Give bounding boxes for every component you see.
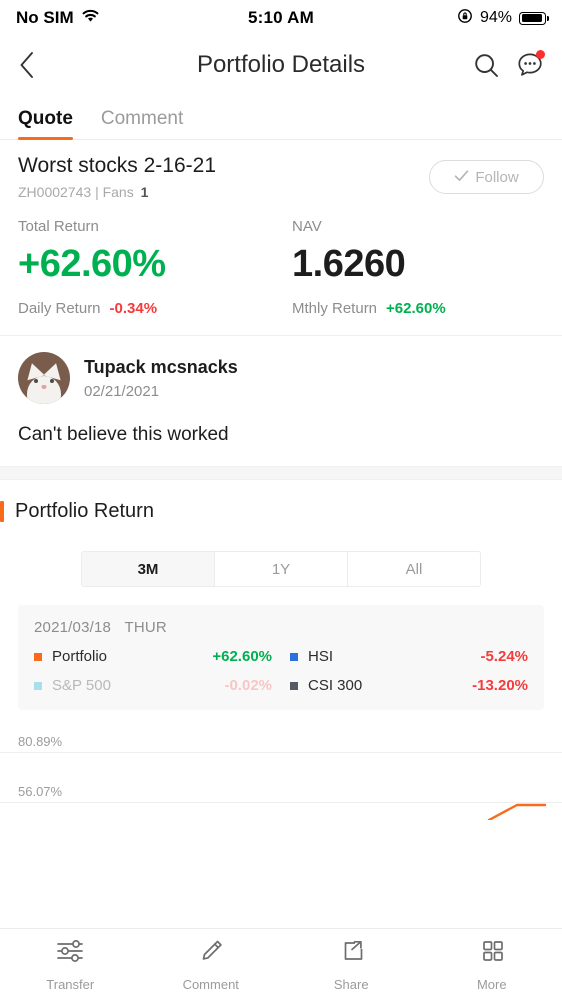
sliders-icon — [54, 937, 86, 970]
legend-item-csi300[interactable]: CSI 300 -13.20% — [290, 677, 528, 694]
status-bar-left: No SIM — [16, 8, 248, 28]
carrier-label: No SIM — [16, 8, 74, 27]
legend-item-hsi[interactable]: HSI -5.24% — [290, 648, 528, 665]
range-selector: 3M 1Y All — [81, 551, 481, 587]
legend-grid: Portfolio +62.60% HSI -5.24% S&P 500 -0.… — [34, 648, 528, 694]
follow-label: Follow — [475, 168, 519, 186]
range-option-3m[interactable]: 3M — [82, 552, 215, 586]
nav-value: 1.6260 — [292, 243, 406, 285]
comment-author-text: Tupack mcsnacks 02/21/2021 — [84, 357, 238, 400]
legend-swatch-hsi — [290, 652, 298, 661]
status-bar: No SIM 5:10 AM 94% — [0, 0, 562, 36]
follow-button[interactable]: Follow — [429, 160, 544, 194]
legend-swatch-portfolio — [34, 652, 42, 661]
stats-section: Total Return +62.60% NAV 1.6260 Daily Re… — [0, 212, 562, 336]
share-box-icon — [335, 937, 367, 970]
legend-value-sp500: -0.02% — [224, 677, 272, 694]
portfolio-name: Worst stocks 2-16-21 — [18, 154, 217, 177]
avatar-head — [27, 375, 61, 404]
chart-legend-panel: 2021/03/18 THUR Portfolio +62.60% HSI -5… — [18, 605, 544, 710]
clock: 5:10 AM — [248, 8, 314, 27]
fans-label: Fans — [102, 184, 134, 200]
daily-return-label: Daily Return — [18, 300, 101, 317]
battery-icon — [519, 11, 549, 25]
bottom-item-comment[interactable]: Comment — [141, 937, 282, 992]
total-return-block: Total Return +62.60% — [18, 218, 270, 286]
legend-label-hsi: HSI — [308, 648, 334, 665]
section-accent-bar — [0, 501, 4, 522]
comment-date: 02/21/2021 — [84, 382, 160, 400]
comment-author-name: Tupack mcsnacks — [84, 356, 238, 377]
stats-secondary-row: Daily Return -0.34% Mthly Return +62.60% — [18, 286, 544, 317]
nav-block: NAV 1.6260 — [270, 218, 544, 286]
legend-label-sp500: S&P 500 — [52, 677, 111, 694]
status-bar-right: 94% — [314, 8, 549, 29]
portfolio-header: Worst stocks 2-16-21 ZH0002743 | Fans 1 … — [0, 140, 562, 212]
legend-swatch-sp500 — [34, 681, 42, 690]
bottom-action-bar: Transfer Comment Share More — [0, 928, 562, 1000]
back-chevron-icon[interactable] — [18, 50, 35, 80]
portfolio-return-heading: Portfolio Return — [0, 480, 562, 523]
total-return-value: +62.60% — [18, 243, 166, 285]
tab-comment[interactable]: Comment — [101, 108, 183, 139]
legend-swatch-csi300 — [290, 681, 298, 690]
legend-item-portfolio[interactable]: Portfolio +62.60% — [34, 648, 272, 665]
section-divider — [0, 466, 562, 480]
return-chart: 80.89% 56.07% — [0, 724, 562, 820]
stats-primary-row: Total Return +62.60% NAV 1.6260 — [18, 218, 544, 286]
chat-bubble-icon[interactable] — [516, 50, 545, 79]
check-icon — [454, 169, 469, 186]
total-return-label: Total Return — [18, 218, 99, 235]
portfolio-code: ZH0002743 — [18, 184, 92, 200]
tab-bar: Quote Comment — [0, 94, 562, 140]
bottom-item-share[interactable]: Share — [281, 937, 422, 992]
nav-label: NAV — [292, 218, 322, 235]
legend-day-of-week: THUR — [124, 619, 167, 636]
rotation-lock-icon — [457, 8, 473, 29]
nav-actions — [473, 50, 545, 79]
navigation-bar: Portfolio Details — [0, 36, 562, 94]
notification-badge — [536, 50, 545, 59]
avatar-nose — [41, 384, 47, 389]
mthly-return-value: +62.60% — [386, 300, 446, 317]
legend-label-portfolio: Portfolio — [52, 648, 108, 665]
pencil-icon — [195, 937, 227, 970]
legend-item-sp500[interactable]: S&P 500 -0.02% — [34, 677, 272, 694]
fans-count: 1 — [140, 184, 149, 200]
bottom-item-transfer[interactable]: Transfer — [0, 937, 141, 992]
legend-date-row: 2021/03/18 THUR — [34, 619, 528, 636]
legend-value-csi300: -13.20% — [472, 677, 528, 694]
portfolio-meta: ZH0002743 | Fans 1 — [18, 184, 429, 200]
legend-label-csi300: CSI 300 — [308, 677, 363, 694]
legend-value-hsi: -5.24% — [480, 648, 528, 665]
battery-percent-label: 94% — [479, 9, 512, 26]
legend-value-portfolio: +62.60% — [212, 648, 272, 665]
bottom-label-transfer: Transfer — [46, 977, 95, 992]
comment-text: Can't believe this worked — [18, 424, 229, 445]
bottom-item-more[interactable]: More — [422, 937, 562, 992]
wifi-icon — [81, 8, 100, 28]
daily-return-value: -0.34% — [109, 300, 158, 317]
bottom-label-comment: Comment — [182, 977, 239, 992]
section-title-label: Portfolio Return — [15, 500, 154, 522]
search-icon[interactable] — [473, 52, 500, 79]
mthly-return-block: Mthly Return +62.60% — [270, 286, 544, 317]
bottom-label-more: More — [476, 977, 507, 992]
mthly-return-label: Mthly Return — [292, 300, 378, 317]
comment-block: Tupack mcsnacks 02/21/2021 Can't believe… — [0, 336, 562, 466]
legend-date: 2021/03/18 — [34, 619, 112, 636]
portfolio-header-text: Worst stocks 2-16-21 ZH0002743 | Fans 1 — [18, 154, 429, 200]
avatar-eye-left — [34, 379, 38, 384]
portfolio-return-line — [487, 803, 547, 820]
comment-author-row: Tupack mcsnacks 02/21/2021 — [18, 352, 544, 404]
range-option-1y[interactable]: 1Y — [215, 552, 348, 586]
daily-return-block: Daily Return -0.34% — [18, 286, 270, 317]
grid-icon — [476, 937, 508, 970]
meta-separator: | — [95, 184, 99, 200]
tab-quote[interactable]: Quote — [18, 108, 73, 140]
bottom-label-share: Share — [333, 977, 369, 992]
range-option-all[interactable]: All — [348, 552, 480, 586]
cat-avatar[interactable] — [18, 352, 70, 404]
avatar-eye-right — [50, 379, 54, 384]
